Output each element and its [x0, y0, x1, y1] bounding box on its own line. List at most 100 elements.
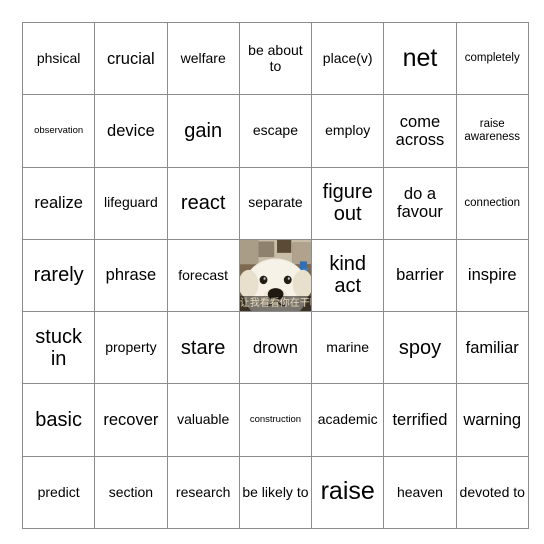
bingo-cell[interactable]: warning — [455, 383, 529, 457]
bingo-cell-label: drown — [252, 338, 298, 357]
bingo-cell-inner: barrier — [385, 240, 455, 310]
bingo-cell-inner: stare — [168, 313, 238, 383]
bingo-cell-label: rarely — [33, 264, 84, 287]
bingo-cell[interactable]: employ — [311, 94, 385, 168]
bingo-cell-label: familiar — [465, 338, 519, 357]
bingo-cell-inner: connection — [457, 168, 527, 238]
bingo-cell-label: devoted to — [459, 483, 525, 500]
bingo-cell[interactable]: phrase — [94, 238, 168, 313]
bingo-cell[interactable]: welfare — [166, 21, 240, 96]
bingo-cell[interactable]: separate — [238, 166, 313, 240]
bingo-cell[interactable]: net — [383, 21, 457, 96]
bingo-cell[interactable]: be about to — [238, 21, 313, 96]
bingo-cell-inner: raise — [313, 457, 383, 527]
bingo-cell-inner: net — [385, 24, 455, 94]
bingo-cell-label: academic — [317, 411, 378, 428]
bingo-cell[interactable]: lifeguard — [94, 166, 168, 240]
bingo-cell[interactable]: be likely to — [238, 455, 313, 529]
bingo-cell[interactable]: academic — [311, 383, 385, 457]
bingo-cell[interactable]: connection — [455, 166, 529, 240]
bingo-cell-inner: marine — [313, 313, 383, 383]
bingo-row: phsical crucial welfare be about to place(v)… — [21, 21, 529, 96]
bingo-cell[interactable]: recover — [94, 383, 168, 457]
bingo-cell[interactable]: construction — [238, 383, 313, 457]
bingo-cell[interactable]: devoted to — [455, 455, 529, 529]
bingo-cell-inner: recover — [96, 385, 166, 455]
bingo-cell[interactable]: crucial — [94, 21, 168, 96]
bingo-cell[interactable]: do a favour — [383, 166, 457, 240]
bingo-cell[interactable]: escape — [238, 94, 313, 168]
bingo-cell-inner: kind act — [313, 240, 383, 310]
bingo-cell[interactable]: valuable — [166, 383, 240, 457]
bingo-row: predict section research be likely to raise h… — [21, 455, 529, 529]
bingo-cell-inner: property — [96, 313, 166, 383]
bingo-cell[interactable]: phsical — [21, 21, 96, 96]
bingo-cell[interactable]: spoy — [383, 311, 457, 385]
bingo-cell[interactable]: completely — [455, 21, 529, 96]
bingo-cell[interactable]: inspire — [455, 238, 529, 313]
bingo-cell-label: property — [105, 339, 157, 355]
bingo-cell-inner: place(v) — [313, 24, 383, 94]
bingo-row: observation device gain escape employ come ac… — [21, 94, 529, 168]
bingo-cell-inner: drown — [240, 313, 310, 383]
bingo-cell-inner: employ — [313, 96, 383, 166]
bingo-cell[interactable]: device — [94, 94, 168, 168]
bingo-cell[interactable]: stare — [166, 311, 240, 385]
bingo-cell-label: phsical — [36, 49, 81, 66]
bingo-cell[interactable]: react — [166, 166, 240, 240]
bingo-cell-label: construction — [249, 413, 302, 425]
bingo-cell[interactable]: marine — [311, 311, 385, 385]
bingo-cell[interactable]: come across — [383, 94, 457, 168]
bingo-cell-inner: academic — [313, 385, 383, 455]
bingo-cell[interactable]: terrified — [383, 383, 457, 457]
bingo-cell[interactable]: stuck in — [21, 311, 96, 385]
bingo-cell[interactable]: kind act — [311, 238, 385, 313]
bingo-cell-label: barrier — [396, 266, 444, 285]
bingo-cell-label: heaven — [396, 483, 443, 500]
bingo-cell-inner: valuable — [168, 385, 238, 455]
bingo-cell[interactable]: predict — [21, 455, 96, 529]
bingo-cell-label: place(v) — [322, 49, 373, 66]
bingo-cell-label: lifeguard — [104, 194, 158, 211]
bingo-cell-label: gain — [184, 119, 223, 142]
bingo-cell-inner: react — [168, 168, 238, 238]
bingo-cell-label: kind act — [329, 253, 367, 298]
bingo-cell-label: net — [402, 43, 438, 72]
bingo-cell[interactable]: section — [94, 455, 168, 529]
bingo-cell[interactable]: drown — [238, 311, 313, 385]
bingo-cell-inner: predict — [24, 457, 94, 527]
bingo-cell-inner: do a favour — [385, 168, 455, 238]
bingo-cell-inner: stuck in — [24, 313, 94, 383]
bingo-cell-inner: realize — [24, 168, 94, 238]
bingo-cell-inner: gain — [168, 96, 238, 166]
bingo-cell[interactable]: heaven — [383, 455, 457, 529]
bingo-cell[interactable]: familiar — [455, 311, 529, 385]
bingo-cell[interactable]: figure out — [311, 166, 385, 240]
bingo-cell-label: research — [175, 483, 231, 500]
bingo-cell[interactable]: rarely — [21, 238, 96, 313]
bingo-cell[interactable]: realize — [21, 166, 96, 240]
bingo-cell[interactable]: observation — [21, 94, 96, 168]
bingo-cell-image[interactable]: 让我看看你在干嘛 — [238, 238, 313, 313]
bingo-cell[interactable]: raise awareness — [455, 94, 529, 168]
bingo-cell-inner: device — [96, 96, 166, 166]
bingo-cell-label: predict — [37, 483, 80, 500]
bingo-cell[interactable]: property — [94, 311, 168, 385]
bingo-cell[interactable]: raise — [311, 455, 385, 529]
bingo-cell-inner: be about to — [240, 24, 310, 94]
bingo-cell-label: inspire — [467, 266, 517, 285]
bingo-cell-inner: rarely — [24, 240, 94, 310]
bingo-cell[interactable]: place(v) — [311, 21, 385, 96]
bingo-cell[interactable]: basic — [21, 383, 96, 457]
bingo-cell[interactable]: gain — [166, 94, 240, 168]
bingo-cell-inner: heaven — [385, 457, 455, 527]
bingo-cell-inner: observation — [24, 96, 94, 166]
bingo-cell-inner: lifeguard — [96, 168, 166, 238]
bingo-cell-label: separate — [248, 194, 303, 211]
bingo-cell-label: realize — [34, 194, 83, 213]
bingo-cell-inner: spoy — [385, 313, 455, 383]
bingo-cell[interactable]: forecast — [166, 238, 240, 313]
bingo-cell-label: phrase — [105, 266, 157, 285]
bingo-cell[interactable]: barrier — [383, 238, 457, 313]
bingo-cell[interactable]: research — [166, 455, 240, 529]
